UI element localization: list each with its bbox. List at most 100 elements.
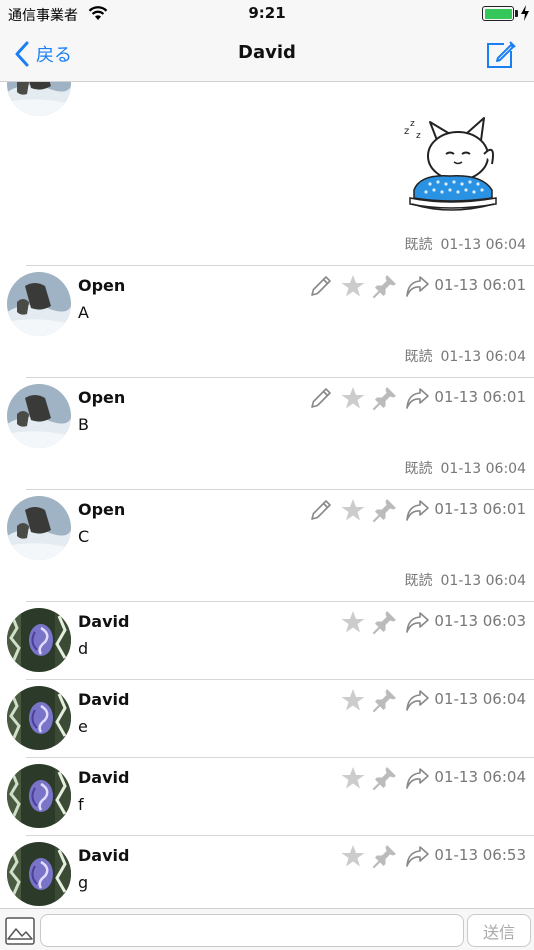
pin-icon[interactable] — [372, 765, 398, 791]
svg-text:z: z — [404, 126, 409, 137]
message-text: A — [78, 303, 89, 322]
read-label: 既読 — [404, 349, 433, 365]
list-item[interactable]: David g 01-13 06:53 — [0, 836, 534, 908]
message-text: d — [78, 639, 89, 658]
message-actions — [308, 496, 436, 524]
compose-icon[interactable] — [484, 38, 516, 70]
avatar[interactable] — [7, 764, 71, 828]
pin-icon[interactable] — [372, 385, 398, 411]
pin-icon[interactable] — [372, 273, 398, 299]
message-time: 01-13 06:01 — [434, 500, 526, 518]
svg-text:z: z — [410, 119, 415, 129]
star-icon[interactable] — [340, 273, 366, 299]
composer-bar: 送信 — [0, 908, 534, 950]
star-icon[interactable] — [340, 609, 366, 635]
read-receipt: 既読 01-13 06:04 — [405, 458, 526, 478]
message-actions — [340, 608, 436, 636]
battery-icon — [482, 6, 514, 21]
sleeping-cat-sticker[interactable]: z z z — [400, 104, 500, 216]
list-item[interactable]: Open C 01-13 06:01 既読 01-13 06:04 — [0, 490, 534, 601]
author-name: Open — [78, 500, 126, 519]
read-receipt: 既読 01-13 06:04 — [405, 346, 526, 366]
list-item[interactable]: Open A 01-13 06:01 既読 01-13 06:04 — [0, 266, 534, 377]
list-item[interactable]: David f 01-13 06:04 — [0, 758, 534, 835]
message-list[interactable]: z z z 既読 01-13 06:04 Open A 01-13 06:01 … — [0, 82, 534, 908]
forward-icon[interactable] — [404, 765, 430, 791]
star-icon[interactable] — [340, 497, 366, 523]
read-label: 既読 — [404, 237, 433, 253]
avatar[interactable] — [7, 496, 71, 560]
pin-icon[interactable] — [372, 687, 398, 713]
avatar[interactable] — [7, 272, 71, 336]
forward-icon[interactable] — [404, 609, 430, 635]
pencil-icon[interactable] — [308, 497, 334, 523]
avatar[interactable] — [7, 608, 71, 672]
forward-icon[interactable] — [404, 497, 430, 523]
avatar-open-image — [7, 82, 71, 116]
star-icon[interactable] — [340, 843, 366, 869]
author-name: Open — [78, 388, 126, 407]
charging-bolt-icon — [521, 5, 529, 21]
nav-bar: 戻る David — [0, 28, 534, 82]
page-title: David — [238, 42, 296, 63]
image-icon[interactable] — [4, 915, 36, 947]
star-icon[interactable] — [340, 687, 366, 713]
read-label: 既読 — [404, 461, 433, 477]
message-time: 01-13 06:53 — [434, 846, 526, 864]
forward-icon[interactable] — [404, 687, 430, 713]
avatar-david-image — [7, 842, 71, 906]
message-input[interactable] — [40, 914, 464, 947]
list-item[interactable]: Open B 01-13 06:01 既読 01-13 06:04 — [0, 378, 534, 489]
message-text: B — [78, 415, 89, 434]
author-name: David — [78, 846, 130, 865]
forward-icon[interactable] — [404, 273, 430, 299]
battery-tip — [515, 10, 518, 17]
avatar-david-image — [7, 608, 71, 672]
read-time: 01-13 06:04 — [440, 349, 526, 365]
status-bar: 通信事業者 9:21 — [0, 0, 534, 28]
message-text: e — [78, 717, 88, 736]
read-label: 既読 — [404, 573, 433, 589]
message-text: g — [78, 873, 89, 892]
clock: 9:21 — [248, 4, 286, 22]
message-actions — [308, 272, 436, 300]
author-name: David — [78, 612, 130, 631]
pin-icon[interactable] — [372, 843, 398, 869]
message-time: 01-13 06:04 — [434, 768, 526, 786]
star-icon[interactable] — [340, 765, 366, 791]
read-receipt: 既読 01-13 06:04 — [405, 570, 526, 590]
message-actions — [340, 686, 436, 714]
message-actions — [340, 842, 436, 870]
pencil-icon[interactable] — [308, 273, 334, 299]
pencil-icon[interactable] — [308, 385, 334, 411]
message-time: 01-13 06:03 — [434, 612, 526, 630]
avatar-open-image — [7, 496, 71, 560]
message-actions — [308, 384, 436, 412]
list-item[interactable]: David d 01-13 06:03 — [0, 602, 534, 679]
pin-icon[interactable] — [372, 497, 398, 523]
author-name: David — [78, 690, 130, 709]
timestamp: 01-13 06:04 — [440, 237, 526, 253]
message-time: 01-13 06:04 — [434, 690, 526, 708]
avatar[interactable] — [7, 384, 71, 448]
message-actions — [340, 764, 436, 792]
avatar[interactable] — [7, 686, 71, 750]
avatar[interactable] — [7, 82, 71, 116]
read-receipt: 既読 01-13 06:04 — [405, 234, 526, 254]
read-time: 01-13 06:04 — [440, 461, 526, 477]
pin-icon[interactable] — [372, 609, 398, 635]
author-name: David — [78, 768, 130, 787]
sticker-message: z z z 既読 01-13 06:04 — [0, 82, 534, 265]
avatar-david-image — [7, 764, 71, 828]
avatar-david-image — [7, 686, 71, 750]
send-button[interactable]: 送信 — [467, 914, 531, 947]
avatar-open-image — [7, 384, 71, 448]
svg-text:z: z — [416, 131, 421, 141]
message-time: 01-13 06:01 — [434, 388, 526, 406]
star-icon[interactable] — [340, 385, 366, 411]
message-text: C — [78, 527, 90, 546]
list-item[interactable]: David e 01-13 06:04 — [0, 680, 534, 757]
forward-icon[interactable] — [404, 843, 430, 869]
forward-icon[interactable] — [404, 385, 430, 411]
avatar[interactable] — [7, 842, 71, 906]
